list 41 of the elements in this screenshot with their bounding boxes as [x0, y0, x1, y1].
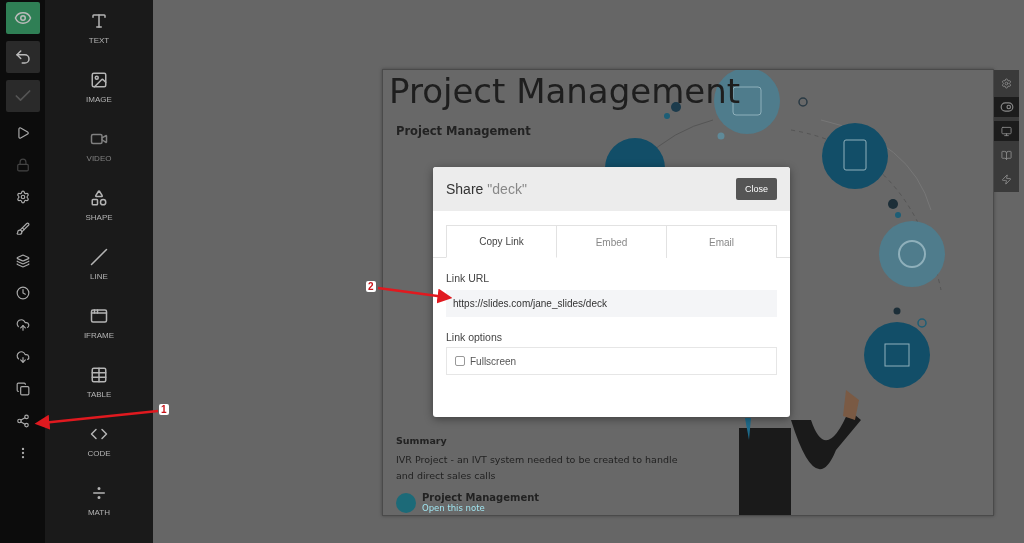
tool-button[interactable]: MATH — [49, 482, 149, 541]
line-icon — [90, 248, 108, 266]
options-label: Link options — [446, 331, 504, 343]
monitor-icon[interactable] — [994, 121, 1019, 141]
image-icon — [90, 71, 108, 89]
tool-button[interactable]: SHAPE — [49, 187, 149, 246]
summary-label: Summary — [396, 435, 448, 446]
avatar — [396, 492, 416, 513]
undo-icon — [13, 48, 32, 66]
tool-button[interactable]: LINE — [49, 246, 149, 305]
dialog-tab[interactable]: Embed — [557, 225, 667, 258]
shapes-icon — [90, 189, 108, 207]
tool-button[interactable]: CODE — [49, 423, 149, 482]
slide-title: Project Management — [388, 70, 742, 111]
tool-button[interactable]: IFRAME — [49, 305, 149, 364]
eye-icon — [13, 9, 32, 27]
divide-icon — [90, 484, 108, 502]
annotation-number: 1 — [159, 404, 169, 415]
table-icon — [90, 366, 108, 384]
text-icon — [90, 12, 108, 30]
tool-button[interactable]: TABLE — [49, 364, 149, 423]
url-field[interactable]: https://slides.com/jane_slides/deck — [446, 290, 777, 317]
tool-button[interactable]: IMAGE — [49, 69, 149, 128]
dialog-tab[interactable]: Email — [667, 225, 777, 258]
check-button[interactable] — [5, 80, 40, 112]
url-label: Link URL — [446, 272, 491, 284]
note-heading: Project Management — [396, 124, 532, 138]
open-note-link[interactable]: Open this note — [422, 503, 540, 513]
window-icon — [90, 307, 108, 325]
close-button[interactable]: Close — [736, 178, 777, 200]
fullscreen-option[interactable]: Fullscreen — [455, 355, 517, 367]
preview-button[interactable] — [5, 2, 40, 34]
tool-button[interactable]: TEXT — [49, 10, 149, 69]
dialog-tab[interactable]: Copy Link — [446, 225, 557, 258]
undo-button[interactable] — [5, 41, 40, 73]
linked-note-title: Project Management — [422, 492, 540, 503]
checkbox[interactable] — [455, 356, 465, 366]
summary-text: IVR Project - an IVT system needed to be created to handle and direct sales calls — [396, 453, 679, 483]
dialog-title: Share "deck" — [446, 180, 527, 198]
toggle-icon[interactable] — [994, 97, 1019, 117]
annotation-number: 2 — [366, 281, 376, 292]
